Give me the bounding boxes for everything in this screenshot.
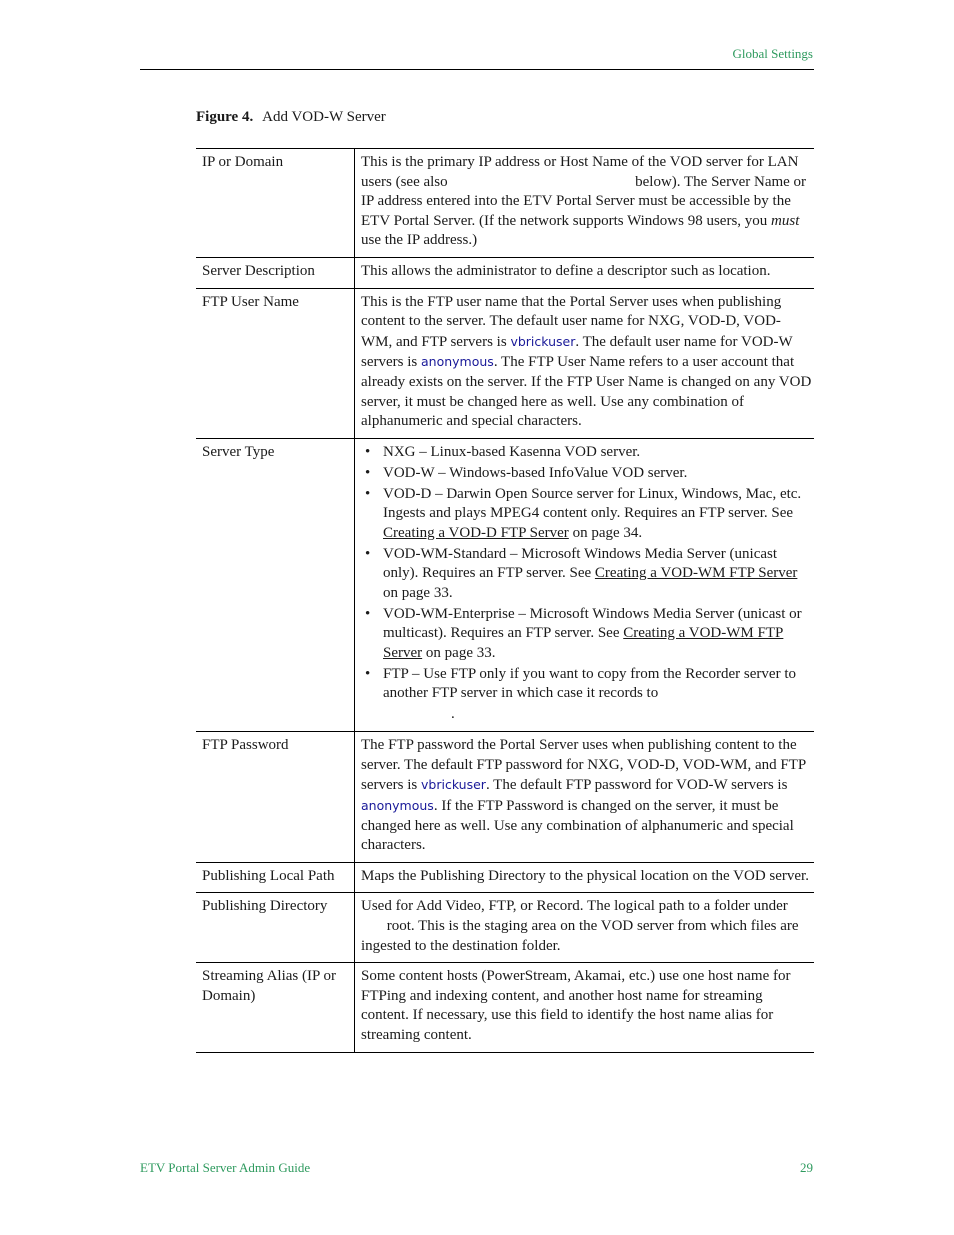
table-row: IP or Domain This is the primary IP addr…	[196, 148, 814, 258]
link-creating-vod-d-ftp-server[interactable]: Creating a VOD-D FTP Server	[383, 525, 569, 541]
field-label: Publishing Local Path	[196, 861, 355, 894]
list-item: VOD-D – Darwin Open Source server for Li…	[361, 485, 812, 544]
description-text: root. This is the staging area on the VO…	[361, 917, 799, 954]
item-text: on page 34.	[572, 524, 643, 541]
table-row: Streaming Alias (IP or Domain) Some cont…	[196, 962, 814, 1053]
figure-caption: Figure 4. Add VOD-W Server	[196, 109, 386, 126]
field-label: Server Description	[196, 256, 355, 289]
field-label: FTP Password	[196, 731, 355, 863]
field-description: Maps the Publishing Directory to the phy…	[354, 861, 814, 894]
description-text: use the IP address.)	[361, 232, 478, 249]
field-description: NXG – Linux-based Kasenna VOD server. VO…	[354, 437, 814, 733]
description-text: Used for Add Video, FTP, or Record. The …	[361, 898, 788, 915]
trailing-text: .	[361, 705, 812, 725]
field-label: FTP User Name	[196, 287, 355, 439]
field-description: This is the primary IP address or Host N…	[354, 148, 814, 258]
list-item: VOD-W – Windows-based InfoValue VOD serv…	[361, 464, 812, 484]
item-text: VOD-W – Windows-based InfoValue VOD serv…	[383, 464, 688, 481]
field-description: Some content hosts (PowerStream, Akamai,…	[354, 962, 814, 1053]
vodw-username-code: anonymous	[421, 354, 494, 370]
page-number: 29	[800, 1160, 813, 1175]
table-row: Publishing Local Path Maps the Publishin…	[196, 861, 814, 894]
list-item: VOD-WM-Standard – Microsoft Windows Medi…	[361, 545, 812, 604]
item-text: NXG – Linux-based Kasenna VOD server.	[383, 443, 641, 460]
server-type-list: NXG – Linux-based Kasenna VOD server. VO…	[361, 443, 812, 704]
list-item: FTP – Use FTP only if you want to copy f…	[361, 665, 812, 704]
field-label: IP or Domain	[196, 148, 355, 258]
item-text: on page 33.	[383, 584, 453, 601]
table-row: Server Type NXG – Linux-based Kasenna VO…	[196, 437, 814, 733]
header-divider	[140, 69, 814, 70]
section-title: Global Settings	[732, 46, 813, 61]
field-description: This allows the administrator to define …	[354, 256, 814, 289]
list-item: VOD-WM-Enterprise – Microsoft Windows Me…	[361, 605, 812, 664]
table-row: Server Description This allows the admin…	[196, 256, 814, 289]
footer-doc-title: ETV Portal Server Admin Guide	[140, 1160, 311, 1175]
vodw-password-code: anonymous	[361, 798, 434, 813]
field-label: Publishing Directory	[196, 892, 355, 964]
figure-number: Figure 4.	[196, 109, 254, 125]
field-description: Used for Add Video, FTP, or Record. The …	[354, 892, 814, 964]
field-description: The FTP password the Portal Server uses …	[354, 731, 814, 863]
table-row: FTP Password The FTP password the Portal…	[196, 731, 814, 863]
emphasis-text: must	[771, 212, 800, 229]
field-label: Streaming Alias (IP or Domain)	[196, 962, 355, 1053]
figure-title: Add VOD-W Server	[262, 109, 386, 125]
table-row: FTP User Name This is the FTP user name …	[196, 287, 814, 439]
item-text: FTP – Use FTP only if you want to copy f…	[383, 665, 796, 702]
settings-table: IP or Domain This is the primary IP addr…	[196, 148, 814, 1053]
period: .	[451, 706, 455, 723]
item-text: on page 33.	[425, 644, 496, 661]
default-password-code: vbrickuser	[421, 777, 486, 793]
description-text: . The default FTP password for VOD-W ser…	[485, 777, 788, 794]
field-label: Server Type	[196, 437, 355, 733]
field-description: This is the FTP user name that the Porta…	[354, 287, 814, 439]
table-row: Publishing Directory Used for Add Video,…	[196, 892, 814, 964]
link-creating-vod-wm-ftp-server[interactable]: Creating a VOD-WM FTP Server	[595, 565, 797, 581]
list-item: NXG – Linux-based Kasenna VOD server.	[361, 443, 812, 463]
item-text: VOD-D – Darwin Open Source server for Li…	[383, 485, 802, 522]
default-username-code: vbrickuser	[510, 333, 576, 349]
